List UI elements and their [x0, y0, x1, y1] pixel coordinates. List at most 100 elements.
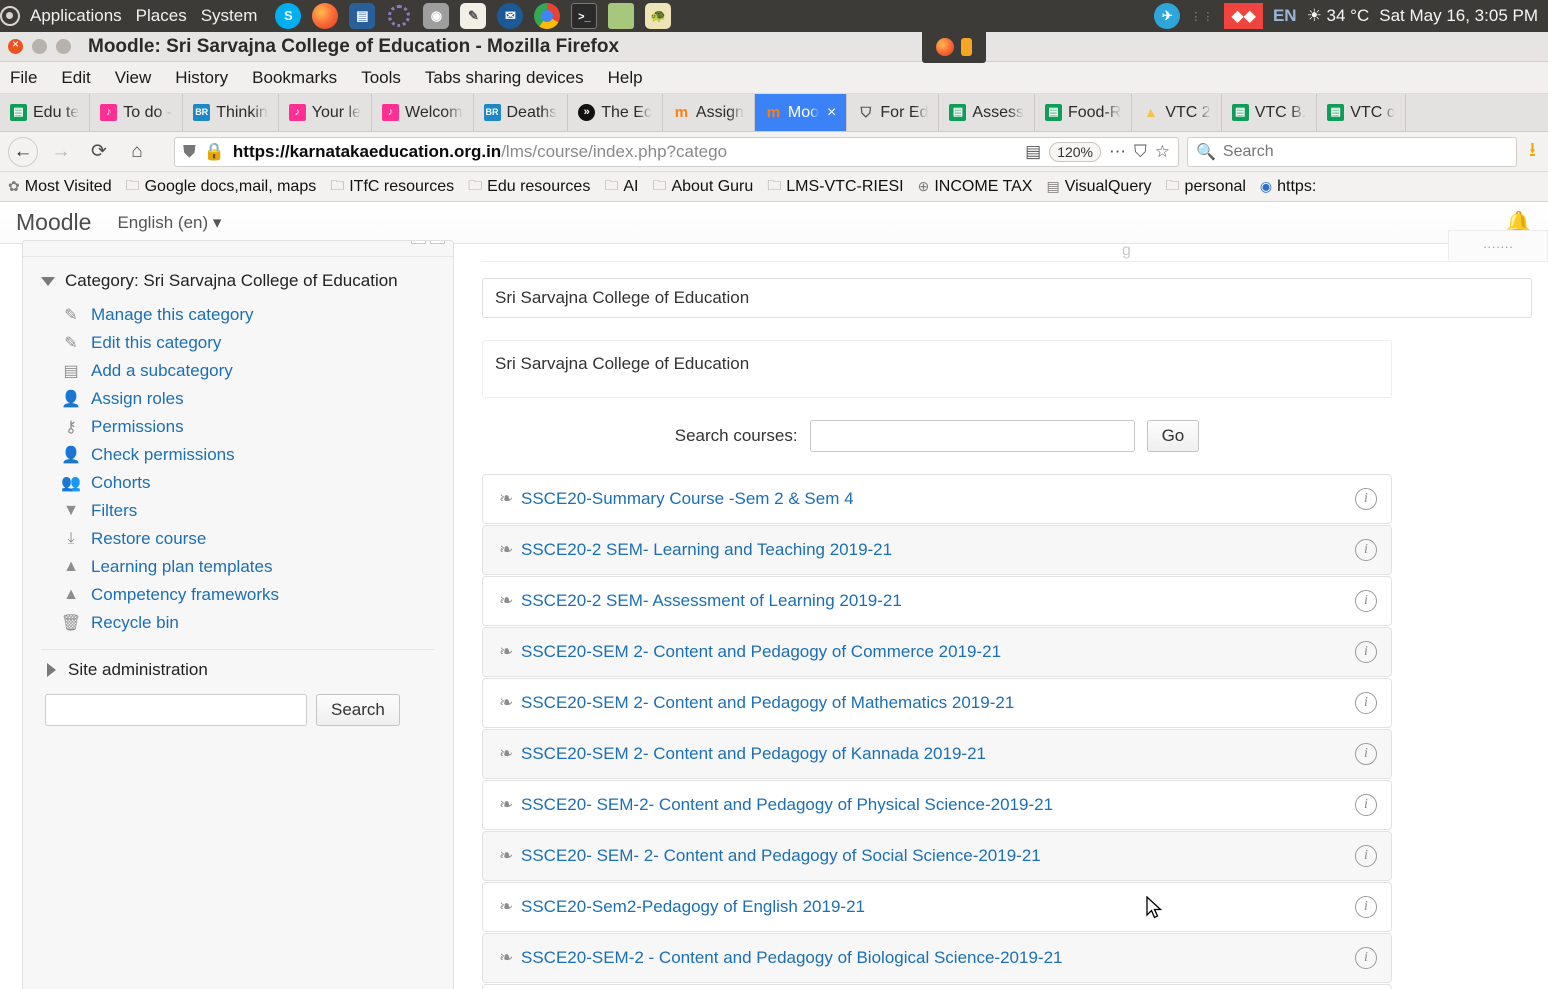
course-info-icon[interactable]: i: [1355, 896, 1377, 918]
menu-history[interactable]: History: [175, 68, 228, 88]
course-row[interactable]: ❧ SSCE20-2 SEM- Assessment of Learning 2…: [482, 576, 1392, 626]
bookmark-ai[interactable]: 🗀 AI: [604, 175, 638, 199]
bookmark-income-tax[interactable]: ⊕ INCOME TAX: [918, 178, 1033, 196]
admin-search-button[interactable]: Search: [316, 694, 400, 726]
terminal-icon[interactable]: >_: [571, 3, 598, 29]
bookmark-visualquery[interactable]: ▤ VisualQuery: [1046, 178, 1151, 196]
browser-tab[interactable]: ▤ VTC B.: [1221, 94, 1318, 131]
firefox-icon[interactable]: [312, 3, 339, 29]
course-row[interactable]: ❧ SSCE20-2 SEM- Learning and Teaching 20…: [482, 525, 1392, 575]
bookmark-about-guru[interactable]: 🗀 About Guru: [652, 175, 753, 199]
browser-tab[interactable]: ▤ Edu te: [0, 94, 91, 131]
bookmark-personal[interactable]: 🗀 personal: [1166, 175, 1246, 199]
course-link[interactable]: SSCE20- SEM-2- Content and Pedagogy of P…: [521, 795, 1053, 815]
bookmark-lms-vtc-riesi[interactable]: 🗀 LMS-VTC-RIESI: [767, 175, 903, 199]
sidebar-item-site-administration[interactable]: Site administration: [23, 660, 453, 680]
folder-icon[interactable]: [608, 3, 635, 29]
sidebar-item-manage-this-category[interactable]: ✎ Manage this category: [23, 301, 453, 329]
search-bar[interactable]: 🔍 Search: [1187, 136, 1517, 167]
course-link[interactable]: SSCE20- SEM- 2- Content and Pedagogy of …: [521, 846, 1041, 866]
category-root-node[interactable]: Category: Sri Sarvajna College of Educat…: [23, 271, 453, 301]
sidebar-item-edit-this-category[interactable]: ✎ Edit this category: [23, 329, 453, 357]
browser-tab[interactable]: ▤ Assess: [939, 94, 1035, 131]
weather-indicator[interactable]: ☀ 34 °C: [1307, 6, 1370, 26]
sidebar-item-permissions[interactable]: ⚷ Permissions: [23, 413, 453, 441]
course-row[interactable]: ❧ SSCE20-Summary Course -Sem 2 & Sem 4 i: [482, 474, 1392, 524]
pocket-icon[interactable]: ⛉: [1134, 142, 1147, 162]
category-select[interactable]: Sri Sarvajna College of Education: [482, 278, 1532, 318]
course-link[interactable]: SSCE20-2 SEM- Learning and Teaching 2019…: [521, 540, 892, 560]
course-link[interactable]: SSCE20-SEM-2 - Content and Pedagogy of B…: [521, 948, 1063, 968]
window-minimize-button[interactable]: [32, 39, 47, 54]
course-info-icon[interactable]: i: [1355, 794, 1377, 816]
menu-system[interactable]: System: [201, 6, 258, 26]
course-link[interactable]: SSCE20-SEM 2- Content and Pedagogy of Co…: [521, 642, 1001, 662]
course-link[interactable]: SSCE20-2 SEM- Assessment of Learning 201…: [521, 591, 902, 611]
sidebar-item-competency-frameworks[interactable]: ▲ Competency frameworks: [23, 581, 453, 609]
course-row[interactable]: ❧ SSCE20-SEM 2- Content and Pedagogy of …: [482, 678, 1392, 728]
bookmark-itfc-resources[interactable]: 🗀 ITfC resources: [330, 175, 454, 199]
block-dock-icon[interactable]: [411, 241, 426, 244]
sidebar-item-filters[interactable]: ▼ Filters: [23, 497, 453, 525]
bookmark-https[interactable]: ◉ https:: [1260, 178, 1316, 196]
course-info-icon[interactable]: i: [1355, 641, 1377, 663]
browser-tab-active[interactable]: m Moo ×: [754, 94, 848, 131]
keyboard-indicator-icon[interactable]: ◆◆: [1224, 3, 1263, 29]
bookmark-most-visited[interactable]: ✿ Most Visited: [8, 178, 112, 196]
sidebar-item-learning-plan-templates[interactable]: ▲ Learning plan templates: [23, 553, 453, 581]
loading-icon[interactable]: [386, 3, 412, 29]
chrome-icon[interactable]: [534, 3, 561, 29]
course-row[interactable]: ❧ SSCE20-Sem2-Pedagogy of English 2019-2…: [482, 882, 1392, 932]
window-maximize-button[interactable]: [56, 39, 71, 54]
browser-tab[interactable]: ♪ To do -: [90, 94, 184, 131]
browser-tab[interactable]: » The Ec: [568, 94, 663, 131]
lock-icon[interactable]: 🔒: [204, 142, 225, 162]
reader-view-icon[interactable]: ▤: [1025, 142, 1041, 162]
menu-view[interactable]: View: [115, 68, 152, 88]
course-link[interactable]: SSCE20-Sem2-Pedagogy of English 2019-21: [521, 897, 865, 917]
browser-tab[interactable]: ▲ VTC 2: [1132, 94, 1222, 131]
home-button[interactable]: ⌂: [122, 137, 152, 167]
sidebar-item-recycle-bin[interactable]: 🗑 Recycle bin: [23, 609, 453, 637]
course-info-icon[interactable]: i: [1355, 539, 1377, 561]
browser-tab[interactable]: BR Thinkin: [183, 94, 279, 131]
menu-edit[interactable]: Edit: [61, 68, 90, 88]
sidebar-item-check-permissions[interactable]: 👤 Check permissions: [23, 441, 453, 469]
browser-tab[interactable]: BR Deaths: [473, 94, 569, 131]
menu-tools[interactable]: Tools: [361, 68, 401, 88]
forward-button[interactable]: →: [46, 137, 76, 167]
tracking-protection-shield-icon[interactable]: ⛊: [183, 142, 196, 162]
app-icon[interactable]: 🐢: [645, 3, 672, 29]
course-row[interactable]: ❧ SSCE20-SEM 2- Content and Pedagogy of …: [482, 627, 1392, 677]
camera-icon[interactable]: ◉: [423, 3, 450, 29]
course-info-icon[interactable]: i: [1355, 590, 1377, 612]
menu-bookmarks[interactable]: Bookmarks: [252, 68, 337, 88]
system-logo-icon[interactable]: [0, 6, 20, 26]
sidebar-item-assign-roles[interactable]: 👤 Assign roles: [23, 385, 453, 413]
block-controls[interactable]: [411, 241, 445, 244]
menu-help[interactable]: Help: [608, 68, 643, 88]
chevron-down-icon[interactable]: [41, 276, 55, 286]
bookmark-google-docs[interactable]: 🗀 Google docs,mail, maps: [126, 175, 317, 199]
course-row[interactable]: ❧ SSCE20-SEM-2 - Content and Pedagogy of…: [482, 933, 1392, 983]
back-button[interactable]: ←: [8, 136, 38, 167]
sidebar-item-restore-course[interactable]: ⤓ Restore course: [23, 525, 453, 553]
browser-tab[interactable]: ♪ Your le: [278, 94, 372, 131]
course-info-icon[interactable]: i: [1355, 845, 1377, 867]
browser-tab[interactable]: m Assign: [662, 94, 755, 131]
search-courses-input[interactable]: [809, 420, 1135, 452]
course-info-icon[interactable]: i: [1355, 692, 1377, 714]
mail-icon[interactable]: ✉: [497, 3, 524, 29]
course-link[interactable]: SSCE20-SEM 2- Content and Pedagogy of Ka…: [521, 744, 986, 764]
block-collapse-icon[interactable]: [430, 241, 445, 244]
course-row[interactable]: ❧ SSCE20- SEM- 2- Content and Pedagogy o…: [482, 831, 1392, 881]
course-link[interactable]: SSCE20-Summary Course -Sem 2 & Sem 4: [521, 489, 854, 509]
language-indicator[interactable]: EN: [1273, 6, 1297, 26]
menu-tabs-sharing-devices[interactable]: Tabs sharing devices: [425, 68, 584, 88]
course-row[interactable]: ❧ CET-20-SSCE-ICT-Sem2-2019-21 i: [482, 984, 1392, 989]
course-info-icon[interactable]: i: [1355, 488, 1377, 510]
close-icon[interactable]: ×: [827, 104, 836, 122]
sidebar-item-cohorts[interactable]: 👥 Cohorts: [23, 469, 453, 497]
course-row[interactable]: ❧ SSCE20-SEM 2- Content and Pedagogy of …: [482, 729, 1392, 779]
course-row[interactable]: ❧ SSCE20- SEM-2- Content and Pedagogy of…: [482, 780, 1392, 830]
